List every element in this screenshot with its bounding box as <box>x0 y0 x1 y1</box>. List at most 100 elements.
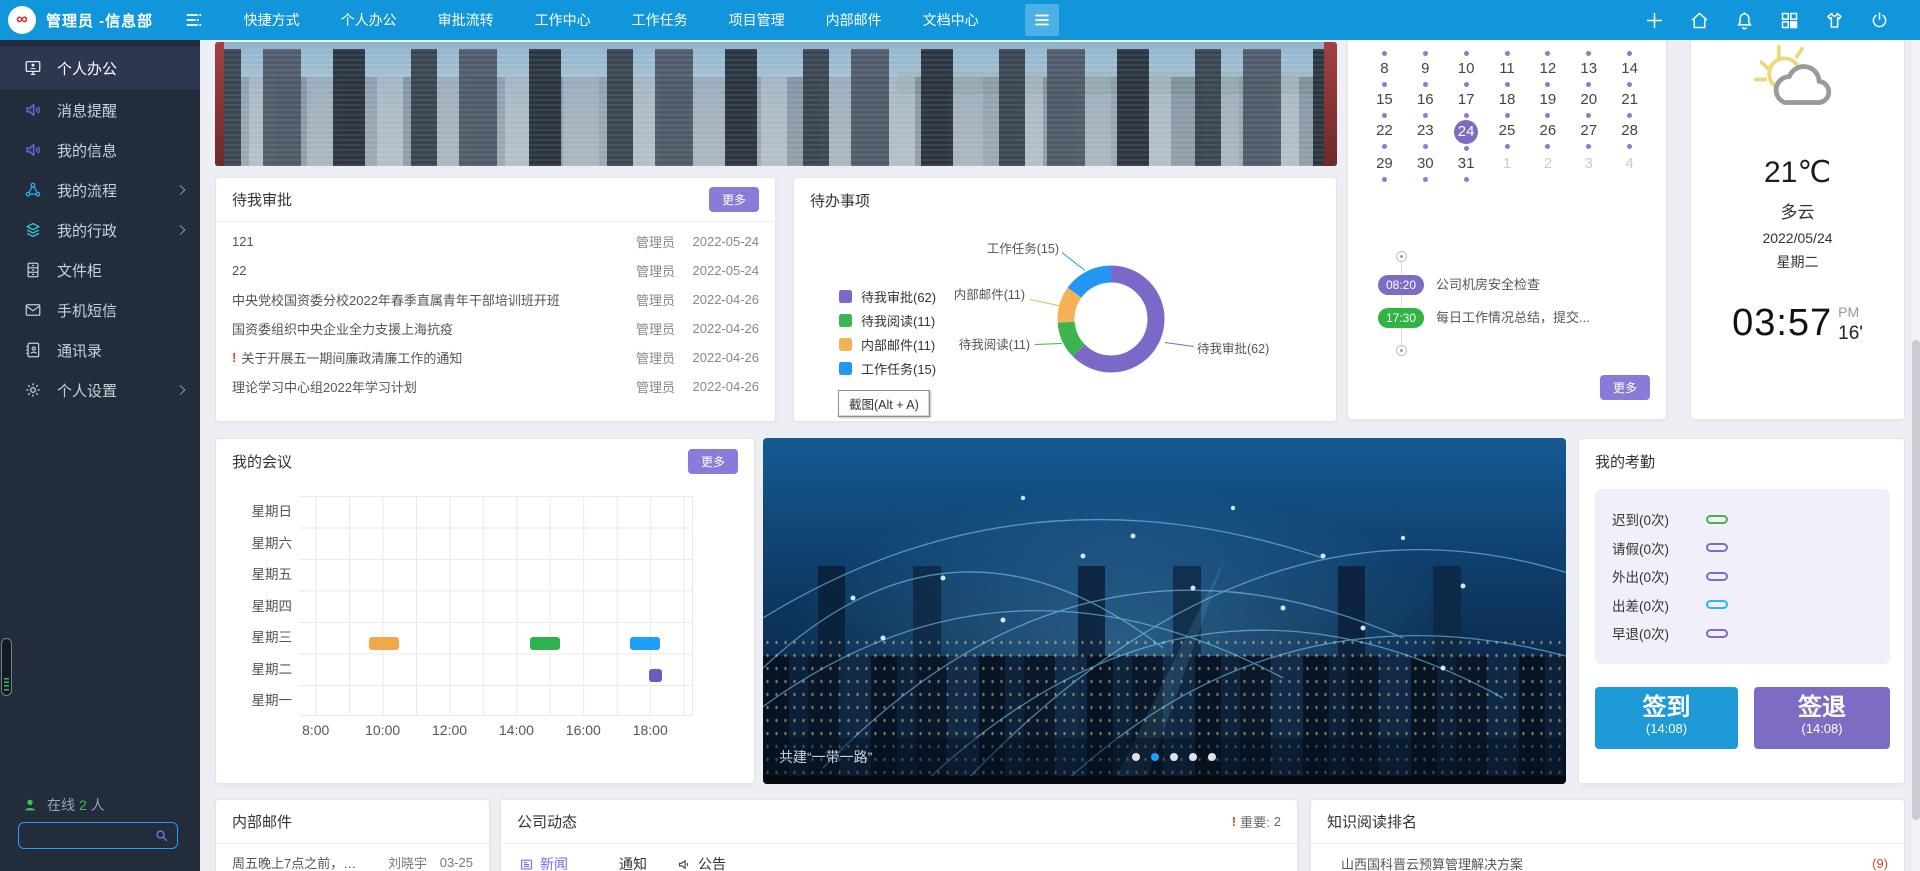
calendar-day-cell[interactable]: 9 <box>1405 58 1446 89</box>
approval-row[interactable]: 中央党校国资委分校2022年春季直属青年干部培训班开班管理员2022-04-26 <box>216 285 775 314</box>
meeting-bar[interactable] <box>530 637 560 650</box>
calendar-day-cell[interactable]: 30 <box>1405 153 1446 184</box>
sidebar-item-通讯录[interactable]: 通讯录 <box>0 330 200 370</box>
sidebar-item-个人设置[interactable]: 个人设置 <box>0 370 200 410</box>
calendar-day-cell[interactable]: 1 <box>1487 153 1528 184</box>
meeting-bar[interactable] <box>369 637 399 650</box>
calendar-day[interactable]: 25 <box>1495 120 1519 142</box>
meetings-more-button[interactable]: 更多 <box>688 449 738 474</box>
calendar-day[interactable]: 28 <box>1618 120 1642 142</box>
top-menu-item[interactable]: 快捷方式 <box>223 0 320 40</box>
theme-icon[interactable] <box>1824 10 1845 31</box>
donut-legend-item[interactable]: 工作任务(15) <box>839 356 936 380</box>
calendar-day[interactable]: 10 <box>1454 58 1478 80</box>
top-menu-item[interactable]: 审批流转 <box>417 0 514 40</box>
carousel-dot[interactable] <box>1170 753 1178 761</box>
calendar-day-cell[interactable]: 28 <box>1609 120 1650 153</box>
calendar-day-cell[interactable]: 24 <box>1446 120 1487 153</box>
schedule-item-text[interactable]: 每日工作情况总结，提交... <box>1436 308 1590 328</box>
scrollbar-thumb[interactable] <box>1912 340 1920 820</box>
calendar-day[interactable]: 4 <box>1618 153 1642 175</box>
top-menu-item[interactable]: 内部邮件 <box>805 0 902 40</box>
calendar-day[interactable]: 31 <box>1454 153 1478 175</box>
calendar-day[interactable]: 26 <box>1536 120 1560 142</box>
calendar-day-cell[interactable]: 27 <box>1568 120 1609 153</box>
calendar-day-cell[interactable]: 11 <box>1487 58 1528 89</box>
calendar-day-cell[interactable]: 2 <box>1527 153 1568 184</box>
calendar-day-cell[interactable]: 25 <box>1487 120 1528 153</box>
calendar-day[interactable]: 16 <box>1413 89 1437 111</box>
calendar-day[interactable]: 18 <box>1495 89 1519 111</box>
calendar-day-cell[interactable]: 19 <box>1527 89 1568 120</box>
calendar-day[interactable]: 12 <box>1536 58 1560 80</box>
meeting-bar[interactable] <box>649 669 662 682</box>
plus-icon[interactable] <box>1644 10 1665 31</box>
meeting-bar[interactable] <box>630 637 660 650</box>
sidebar-item-个人办公[interactable]: 个人办公 <box>0 46 200 90</box>
calendar-day[interactable]: 11 <box>1495 58 1519 80</box>
calendar-day[interactable]: 29 <box>1372 153 1396 175</box>
home-icon[interactable] <box>1689 10 1710 31</box>
calendar-more-button[interactable]: 更多 <box>1600 375 1650 400</box>
apps-icon[interactable] <box>1779 10 1800 31</box>
carousel-dot[interactable] <box>1189 753 1197 761</box>
approval-row[interactable]: !关于开展五一期间廉政清廉工作的通知管理员2022-04-26 <box>216 343 775 372</box>
calendar-day-cell[interactable]: 8 <box>1364 58 1405 89</box>
top-menu-item[interactable]: 工作中心 <box>514 0 611 40</box>
search-input[interactable] <box>19 828 154 843</box>
calendar-day[interactable]: 3 <box>1577 153 1601 175</box>
sidebar-item-消息提醒[interactable]: 消息提醒 <box>0 90 200 130</box>
check-in-button[interactable]: 签到 (14:08) <box>1595 687 1738 749</box>
calendar-day[interactable]: 20 <box>1577 89 1601 111</box>
calendar-day-cell[interactable]: 10 <box>1446 58 1487 89</box>
news-carousel[interactable]: 共建“一带一路” <box>763 438 1566 784</box>
carousel-dot[interactable] <box>1208 753 1216 761</box>
approval-row[interactable]: 22管理员2022-05-24 <box>216 256 775 285</box>
banner-image[interactable] <box>215 42 1337 166</box>
knowledge-row[interactable]: 山西国科晋云预算管理解决方案 (9) <box>1311 844 1904 871</box>
top-menu-item[interactable]: 个人办公 <box>320 0 417 40</box>
carousel-dot[interactable] <box>1132 753 1140 761</box>
news-tab-通知[interactable]: 通知 <box>598 854 647 871</box>
calendar-day[interactable]: 19 <box>1536 89 1560 111</box>
calendar-day[interactable]: 15 <box>1372 89 1396 111</box>
calendar-day[interactable]: 14 <box>1618 58 1642 80</box>
calendar-day-cell[interactable]: 13 <box>1568 58 1609 89</box>
calendar-day-cell[interactable]: 4 <box>1609 153 1650 184</box>
calendar-day-cell[interactable]: 21 <box>1609 89 1650 120</box>
search-icon[interactable] <box>154 828 169 843</box>
calendar-day[interactable]: 17 <box>1454 89 1478 111</box>
calendar-day-cell[interactable]: 26 <box>1527 120 1568 153</box>
schedule-time-badge[interactable]: 08:20 <box>1378 275 1424 295</box>
sidebar-item-手机短信[interactable]: 手机短信 <box>0 290 200 330</box>
calendar-day[interactable]: 2 <box>1536 153 1560 175</box>
calendar-day[interactable]: 30 <box>1413 153 1437 175</box>
calendar-day-cell[interactable]: 29 <box>1364 153 1405 184</box>
schedule-item-text[interactable]: 公司机房安全检查 <box>1436 275 1540 295</box>
menu-toggle-icon[interactable] <box>179 5 209 35</box>
top-menu-item[interactable]: 工作任务 <box>611 0 708 40</box>
calendar-day-cell[interactable]: 15 <box>1364 89 1405 120</box>
check-out-button[interactable]: 签退 (14:08) <box>1754 687 1890 749</box>
donut-legend-item[interactable]: 内部邮件(11) <box>839 332 936 356</box>
top-menu-item[interactable]: 文档中心 <box>902 0 999 40</box>
calendar-day[interactable]: 23 <box>1413 120 1437 142</box>
calendar-day[interactable]: 13 <box>1577 58 1601 80</box>
calendar-day-cell[interactable]: 17 <box>1446 89 1487 120</box>
carousel-dot[interactable] <box>1151 753 1159 761</box>
calendar-day-cell[interactable]: 23 <box>1405 120 1446 153</box>
mail-row[interactable]: 周五晚上7点之前，把办公用品采购清单... 刘晓宇 03-25 <box>216 844 489 871</box>
power-icon[interactable] <box>1869 10 1890 31</box>
bell-icon[interactable] <box>1734 10 1755 31</box>
calendar-day-cell[interactable]: 18 <box>1487 89 1528 120</box>
news-tab-新闻[interactable]: 新闻 <box>519 854 568 871</box>
calendar-day[interactable]: 22 <box>1372 120 1396 142</box>
sidebar-item-我的信息[interactable]: 我的信息 <box>0 130 200 170</box>
calendar-day[interactable]: 27 <box>1577 120 1601 142</box>
calendar-day-cell[interactable]: 20 <box>1568 89 1609 120</box>
schedule-time-badge[interactable]: 17:30 <box>1378 308 1424 328</box>
calendar-day[interactable]: 8 <box>1372 58 1396 80</box>
sidebar-item-我的流程[interactable]: 我的流程 <box>0 170 200 210</box>
approval-row[interactable]: 理论学习中心组2022年学习计划管理员2022-04-26 <box>216 372 775 401</box>
calendar-day-cell[interactable]: 3 <box>1568 153 1609 184</box>
